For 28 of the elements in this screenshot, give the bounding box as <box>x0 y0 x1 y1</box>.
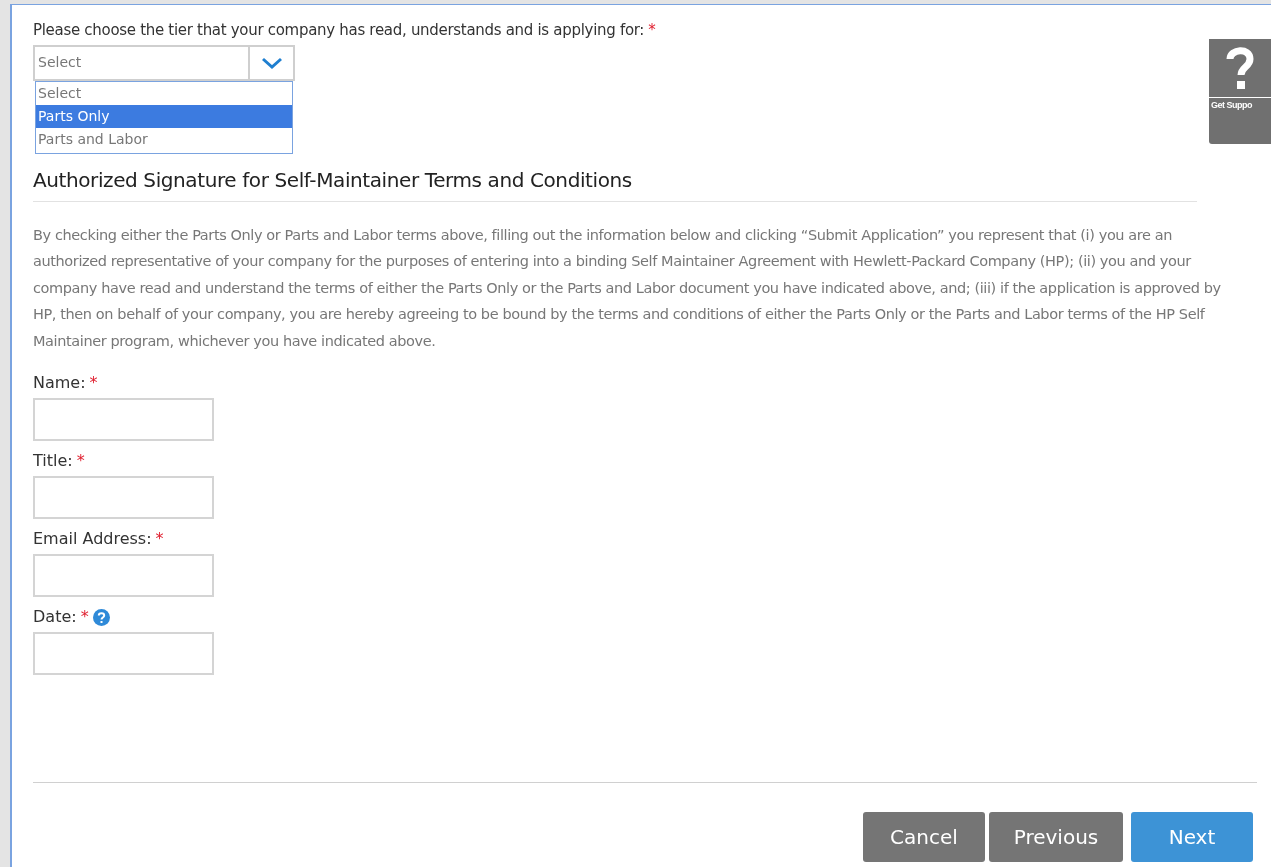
field-label: Name: <box>33 372 86 394</box>
required-mark: * <box>80 606 89 628</box>
required-mark: * <box>648 20 656 41</box>
tier-select[interactable]: Select <box>33 44 295 81</box>
question-mark-icon <box>1226 47 1254 91</box>
question-label: Please choose the tier that your company has read, understands and is applying for: <box>33 20 645 41</box>
support-widget[interactable]: Get Suppo <box>1209 39 1271 144</box>
field-label: Title: <box>33 450 73 472</box>
terms-paragraph: By checking either the Parts Only or Parts and Labor terms above, filling out the information below and clicking “Submit Application” you represent that (i) you are an authorized representative of your company for the purposes of entering into a binding Self Maintainer Agreement with Hewlett-Packard Company (HP); (ii) you and your company have read and understand the terms of either the Parts Only or the Parts and Labor document you have indicated above, and; (iii) if the application is approved by HP, then on behalf of your company, you are hereby agreeing to be bound by the terms and conditions of either the Parts Only or the Parts and Labor terms of the HP Self Maintainer program, whichever you have indicated above. <box>33 225 1222 351</box>
dropdown-option[interactable]: Parts and Labor <box>36 127 292 151</box>
text-field[interactable] <box>33 632 214 675</box>
field-label: Email Address: <box>33 528 152 550</box>
required-mark: * <box>89 372 98 394</box>
required-mark: * <box>76 450 85 472</box>
text-field[interactable] <box>33 476 214 519</box>
action-button[interactable]: Previous <box>989 812 1123 862</box>
support-label: Get Suppo <box>1210 99 1252 112</box>
dropdown-option[interactable]: Select <box>36 81 292 105</box>
section-title: Authorized Signature for Self-Maintainer Terms and Conditions <box>33 164 1197 202</box>
required-mark: * <box>155 528 164 550</box>
action-button[interactable]: Cancel <box>863 812 985 862</box>
text-field[interactable] <box>33 398 214 441</box>
dropdown-option[interactable]: Parts Only <box>36 104 292 128</box>
text-field[interactable] <box>33 554 214 597</box>
field-label: Date: <box>33 606 77 628</box>
chevron-down-icon <box>260 56 283 69</box>
action-button[interactable]: Next <box>1131 812 1253 862</box>
help-icon[interactable] <box>92 608 110 626</box>
